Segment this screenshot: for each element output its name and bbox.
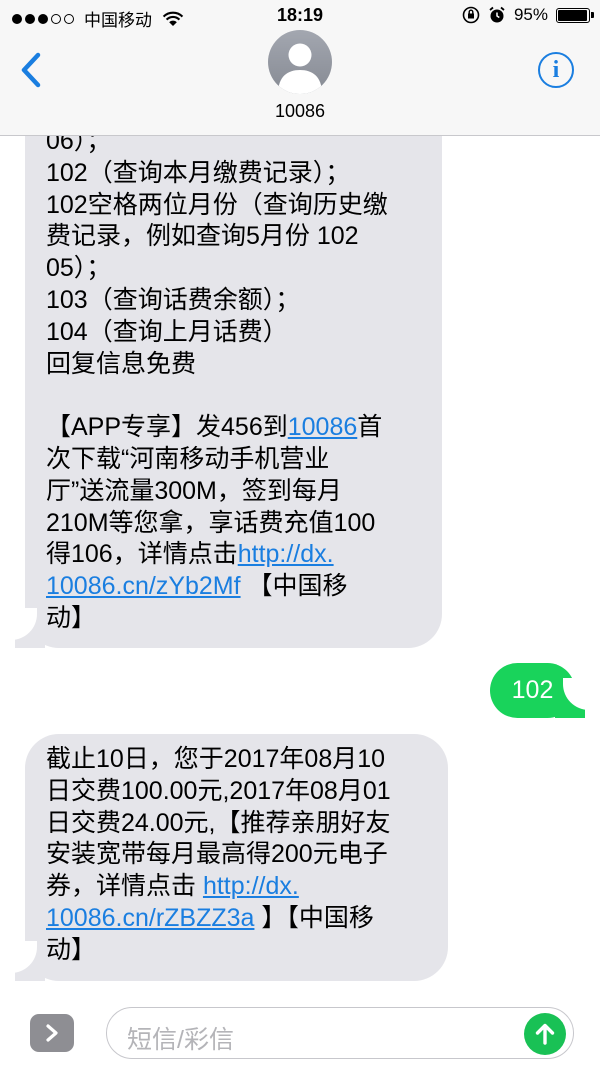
chevron-right-icon: [46, 1024, 58, 1042]
message-line: 厅”送流量300M，签到每月: [46, 476, 342, 505]
message-line: 102（查询本月缴费记录）；: [46, 158, 351, 187]
message-line: 安装宽带每月最高得200元电子: [46, 840, 388, 869]
message-text: 【中国移: [240, 572, 348, 601]
url-link[interactable]: http://dx.: [238, 540, 334, 568]
message-line: 210M等您拿，享话费充值100: [46, 508, 376, 537]
message-text: 得106，详情点击: [46, 540, 238, 569]
message-text: 102: [511, 675, 554, 704]
url-link[interactable]: http://dx.: [203, 872, 299, 900]
message-line: 动】: [46, 603, 97, 632]
phone-number-link[interactable]: 10086: [288, 413, 358, 441]
message-line: 得106，详情点击http://dx.: [46, 539, 422, 571]
message-text: 首: [357, 413, 383, 442]
message-input[interactable]: 短信/彩信: [106, 1007, 574, 1059]
message-input-placeholder: 短信/彩信: [127, 1026, 234, 1054]
app-drawer-button[interactable]: [30, 1014, 74, 1052]
message-line: 费记录，例如查询5月份 102: [46, 222, 359, 251]
send-button[interactable]: [524, 1013, 566, 1055]
message-text: 】【中国移: [254, 903, 374, 932]
message-line: 次下载“河南移动手机营业: [46, 444, 330, 473]
status-right: 95%: [462, 5, 594, 25]
bubble-tail: [5, 941, 45, 981]
battery-icon: [556, 7, 594, 23]
bubble-tail: [5, 608, 45, 648]
message-line: 动】: [46, 935, 97, 964]
status-bar: 中国移动 18:19 95%: [0, 0, 600, 34]
back-chevron-icon[interactable]: [14, 50, 48, 90]
message-line: 104（查询上月话费）: [46, 317, 288, 346]
message-text: 【APP专享】发456到: [46, 413, 288, 442]
battery-level-fill: [558, 9, 587, 21]
battery-percentage: 95%: [513, 5, 548, 24]
message-text: 券，详情点击: [46, 872, 203, 901]
navigation-header: 中国移动 18:19 95% 10086 i: [0, 0, 600, 136]
arrow-up-icon: [535, 1023, 555, 1045]
message-line: 10086.cn/rZBZZ3a 】【中国移: [46, 903, 428, 935]
bubble-tail: [555, 678, 595, 718]
message-line: 券，详情点击 http://dx.: [46, 871, 428, 903]
message-line: 102空格两位月份（查询历史缴: [46, 190, 388, 219]
person-silhouette-icon: [278, 43, 322, 94]
message-line: 10086.cn/zYb2Mf 【中国移: [46, 571, 422, 603]
compose-bar: 短信/彩信: [0, 1000, 600, 1067]
message-line: 【APP专享】发456到10086首: [46, 412, 422, 444]
url-link[interactable]: 10086.cn/rZBZZ3a: [46, 904, 254, 932]
orientation-lock-icon: [462, 6, 480, 24]
message-line: 103（查询话费余额）；: [46, 285, 301, 314]
message-line: 日交费24.00元,【推荐亲朋好友: [46, 808, 391, 837]
message-thread[interactable]: 06）； 102（查询本月缴费记录）； 102空格两位月份（查询历史缴 费记录，…: [0, 0, 600, 1000]
alarm-icon: [489, 6, 505, 23]
info-icon[interactable]: i: [538, 52, 574, 88]
message-line: 05）；: [46, 254, 112, 283]
message-line: 回复信息免费: [46, 349, 197, 378]
contact-avatar[interactable]: [268, 30, 332, 94]
contact-name[interactable]: 10086: [0, 101, 600, 122]
incoming-message-bubble[interactable]: 截止10日，您于2017年08月10 日交费100.00元,2017年08月01…: [25, 734, 448, 981]
message-line: 日交费100.00元,2017年08月01: [46, 776, 391, 805]
url-link[interactable]: 10086.cn/zYb2Mf: [46, 572, 241, 600]
message-line: 截止10日，您于2017年08月10: [46, 745, 386, 773]
incoming-message-bubble[interactable]: 06）； 102（查询本月缴费记录）； 102空格两位月份（查询历史缴 费记录，…: [25, 100, 442, 648]
